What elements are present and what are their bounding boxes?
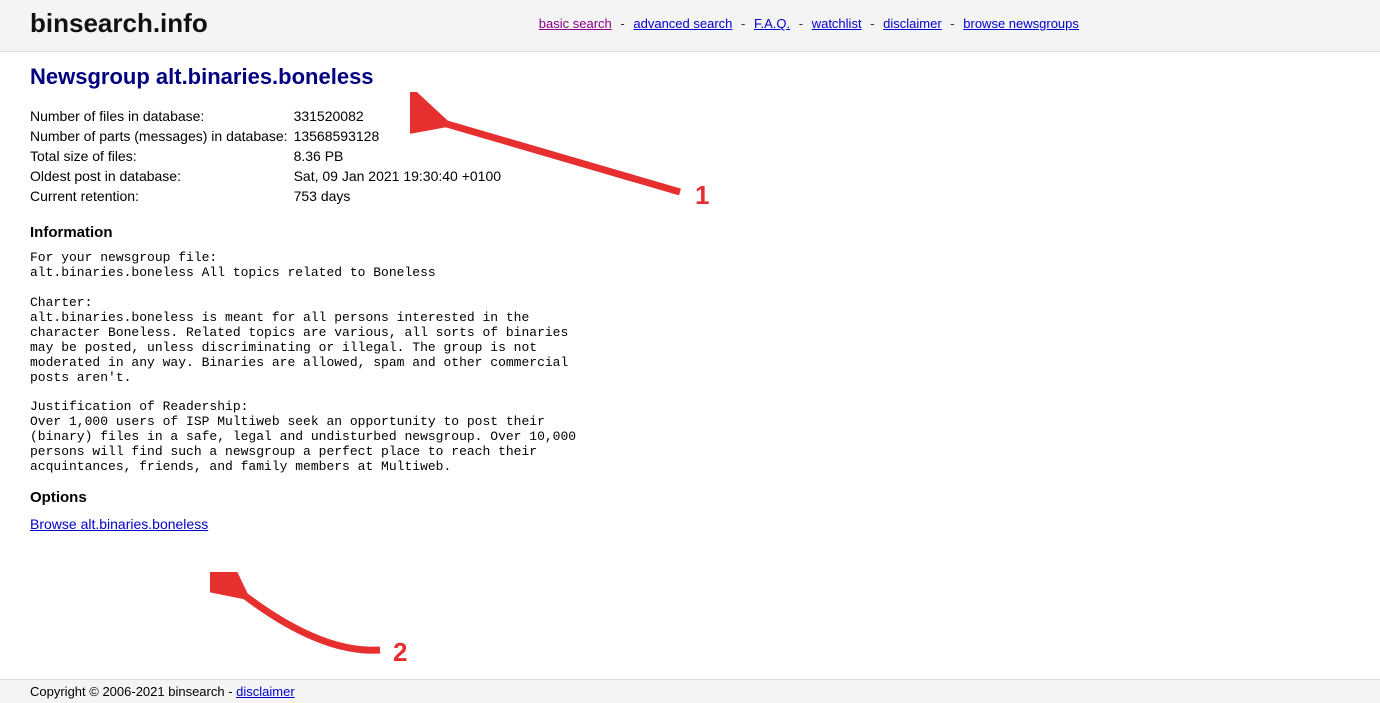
information-text: For your newsgroup file: alt.binaries.bo… [30, 251, 1350, 475]
table-row: Total size of files: 8.36 PB [30, 146, 507, 166]
footer-copyright: Copyright © 2006-2021 binsearch - [30, 684, 236, 699]
stat-label: Number of parts (messages) in database: [30, 126, 294, 146]
nav-advanced-search[interactable]: advanced search [633, 16, 732, 31]
arrow-annotation-2 [210, 572, 410, 672]
options-heading: Options [30, 489, 1350, 506]
table-row: Number of parts (messages) in database: … [30, 126, 507, 146]
table-row: Oldest post in database: Sat, 09 Jan 202… [30, 166, 507, 186]
nav-watchlist[interactable]: watchlist [812, 16, 862, 31]
main-content: Newsgroup alt.binaries.boneless Number o… [0, 52, 1380, 562]
stat-label: Number of files in database: [30, 106, 294, 126]
stat-value: Sat, 09 Jan 2021 19:30:40 +0100 [294, 166, 507, 186]
stat-value: 13568593128 [294, 126, 507, 146]
footer: Copyright © 2006-2021 binsearch - discla… [0, 679, 1380, 703]
stats-table: Number of files in database: 331520082 N… [30, 106, 507, 206]
nav-faq[interactable]: F.A.Q. [754, 16, 790, 31]
stat-label: Current retention: [30, 186, 294, 206]
table-row: Current retention: 753 days [30, 186, 507, 206]
nav-separator: - [799, 16, 803, 31]
table-row: Number of files in database: 331520082 [30, 106, 507, 126]
top-nav: basic search - advanced search - F.A.Q. … [268, 16, 1350, 31]
nav-basic-search[interactable]: basic search [539, 16, 612, 31]
page-title: Newsgroup alt.binaries.boneless [30, 64, 1350, 90]
footer-disclaimer-link[interactable]: disclaimer [236, 684, 295, 699]
stat-value: 753 days [294, 186, 507, 206]
stat-value: 8.36 PB [294, 146, 507, 166]
nav-separator: - [620, 16, 624, 31]
stat-label: Oldest post in database: [30, 166, 294, 186]
nav-separator: - [950, 16, 954, 31]
stat-label: Total size of files: [30, 146, 294, 166]
nav-separator: - [741, 16, 745, 31]
nav-separator: - [870, 16, 874, 31]
nav-disclaimer[interactable]: disclaimer [883, 16, 942, 31]
information-heading: Information [30, 224, 1350, 241]
browse-newsgroup-link[interactable]: Browse alt.binaries.boneless [30, 516, 208, 532]
header: binsearch.info basic search - advanced s… [0, 0, 1380, 52]
site-title: binsearch.info [30, 8, 208, 39]
annotation-label-2: 2 [393, 637, 407, 668]
annotation-label-1: 1 [695, 180, 709, 211]
nav-browse-newsgroups[interactable]: browse newsgroups [963, 16, 1079, 31]
stat-value: 331520082 [294, 106, 507, 126]
